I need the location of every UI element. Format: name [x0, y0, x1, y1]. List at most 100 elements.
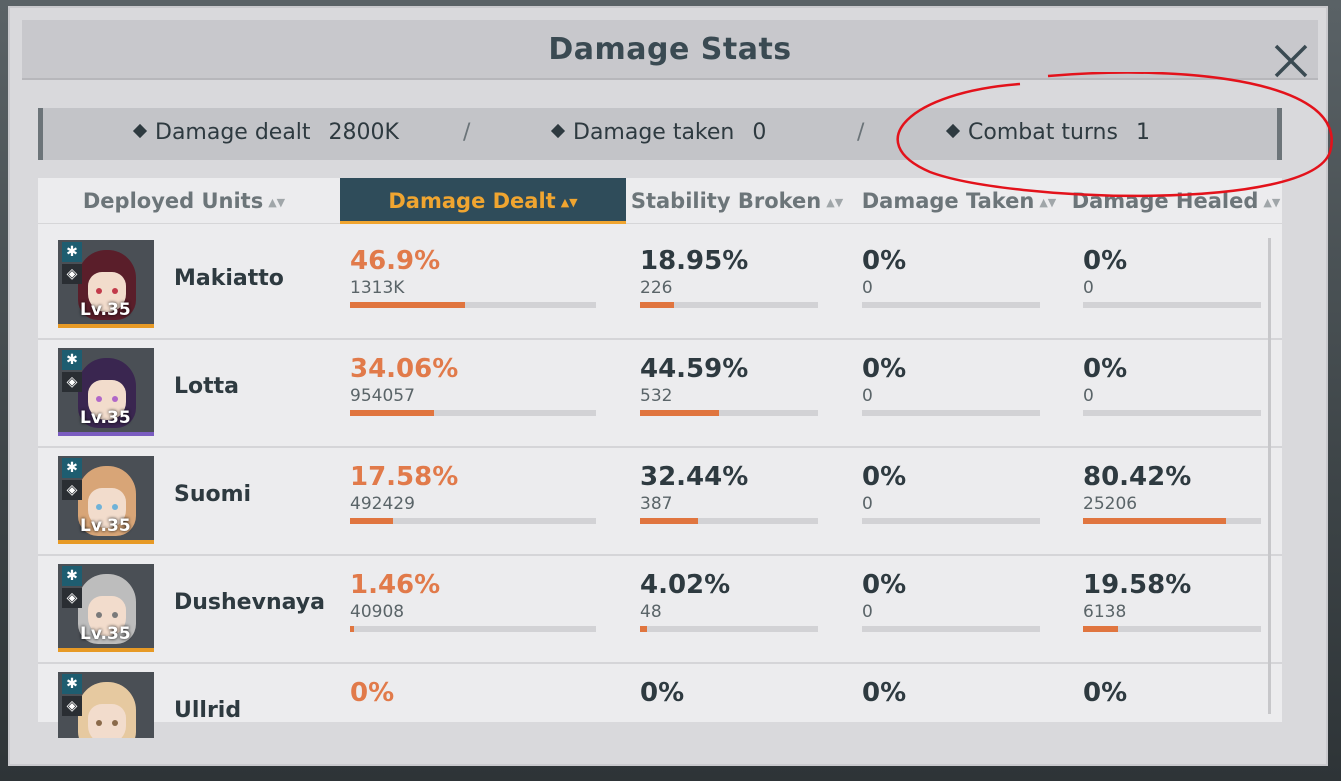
- raw-value: 0: [862, 494, 873, 514]
- percent-value: 17.58%: [350, 462, 459, 492]
- eye: [112, 396, 118, 402]
- progress-track: [640, 410, 818, 416]
- percent-value: 32.44%: [640, 462, 749, 492]
- percent-value: 0%: [862, 570, 907, 600]
- diamond-icon: [132, 123, 148, 139]
- diamond-icon: [550, 123, 566, 139]
- raw-value: 532: [640, 386, 673, 406]
- progress-fill: [640, 410, 720, 416]
- col-deployed-units[interactable]: Deployed Units ▲▼: [38, 178, 330, 224]
- percent-value: 0%: [1083, 246, 1128, 276]
- raw-value: 0: [862, 386, 873, 406]
- col-damage-dealt[interactable]: Damage Dealt ▲▼: [340, 178, 626, 224]
- class-icon: ◈: [62, 372, 82, 392]
- cell-healed: 0%: [1083, 678, 1127, 710]
- separator: /: [857, 120, 865, 145]
- cell-taken: 0% 0: [862, 354, 906, 406]
- unit-level: Lv.35: [80, 408, 131, 428]
- cell-healed: 0% 0: [1083, 354, 1127, 406]
- progress-fill: [1083, 518, 1227, 524]
- scrollbar[interactable]: [1268, 238, 1271, 714]
- unit-avatar[interactable]: ✱ ◈: [58, 672, 154, 738]
- col-damage-healed[interactable]: Damage Healed ▲▼: [1070, 178, 1282, 224]
- progress-fill: [640, 518, 698, 524]
- summary-bar: Damage dealt 2800K / Damage taken 0 / Comb…: [38, 108, 1282, 160]
- eye: [96, 396, 102, 402]
- table-row: ✱ ◈ Lv.35 Suomi 17.58% 492429 32.44% 387…: [38, 448, 1282, 556]
- eye: [112, 720, 118, 726]
- progress-track: [1083, 626, 1261, 632]
- progress-track: [350, 626, 596, 632]
- element-icon: ✱: [62, 674, 82, 694]
- unit-level: Lv.35: [80, 516, 131, 536]
- summary-value: 2800K: [328, 120, 399, 145]
- percent-value: 19.58%: [1083, 570, 1192, 600]
- percent-value: 34.06%: [350, 354, 459, 384]
- sort-icon: ▲▼: [1263, 196, 1281, 209]
- unit-name: Lotta: [174, 374, 240, 399]
- cell-dealt: 46.9% 1313K: [350, 246, 440, 298]
- separator: /: [463, 120, 471, 145]
- raw-value: 25206: [1083, 494, 1138, 514]
- percent-value: 1.46%: [350, 570, 441, 600]
- table-row: ✱ ◈ Lv.35 Makiatto 46.9% 1313K 18.95% 22…: [38, 232, 1282, 340]
- progress-track: [1083, 518, 1261, 524]
- summary-value: 0: [752, 120, 767, 145]
- close-icon: [1274, 44, 1308, 78]
- percent-value: 0%: [862, 678, 907, 708]
- table-row: ✱ ◈ Lv.35 Lotta 34.06% 954057 44.59% 532…: [38, 340, 1282, 448]
- progress-fill: [350, 410, 434, 416]
- progress-track: [640, 626, 818, 632]
- column-label: Damage Taken: [861, 189, 1035, 213]
- rarity-bar: [58, 648, 154, 652]
- summary-value: 1: [1135, 120, 1150, 145]
- raw-value: 954057: [350, 386, 415, 406]
- percent-value: 44.59%: [640, 354, 749, 384]
- percent-value: 0%: [640, 678, 685, 708]
- eye: [112, 612, 118, 618]
- class-icon: ◈: [62, 480, 82, 500]
- unit-level: Lv.35: [80, 624, 131, 644]
- unit-name: Makiatto: [174, 266, 284, 291]
- percent-value: 46.9%: [350, 246, 441, 276]
- progress-track: [862, 518, 1040, 524]
- raw-value: 0: [1083, 278, 1094, 298]
- eye: [96, 720, 102, 726]
- raw-value: 0: [1083, 386, 1094, 406]
- unit-avatar[interactable]: ✱ ◈ Lv.35: [58, 456, 154, 544]
- dialog-title: Damage Stats: [548, 32, 792, 67]
- unit-avatar[interactable]: ✱ ◈ Lv.35: [58, 240, 154, 328]
- class-icon: ◈: [62, 264, 82, 284]
- progress-track: [1083, 302, 1261, 308]
- progress-track: [350, 518, 596, 524]
- cell-taken: 0%: [862, 678, 906, 710]
- summary-damage-taken: Damage taken 0: [550, 120, 767, 145]
- unit-avatar[interactable]: ✱ ◈ Lv.35: [58, 348, 154, 436]
- percent-value: 0%: [862, 246, 907, 276]
- unit-avatar[interactable]: ✱ ◈ Lv.35: [58, 564, 154, 652]
- rarity-bar: [58, 324, 154, 328]
- progress-fill: [640, 626, 648, 632]
- raw-value: 226: [640, 278, 673, 298]
- raw-value: 48: [640, 602, 662, 622]
- sort-icon: ▲▼: [268, 196, 286, 209]
- close-button[interactable]: [1268, 38, 1314, 84]
- cell-dealt: 17.58% 492429: [350, 462, 458, 514]
- table-row: ✱ ◈ Lv.35 Dushevnaya 1.46% 40908 4.02% 4…: [38, 556, 1282, 664]
- progress-fill: [350, 626, 354, 632]
- col-damage-taken[interactable]: Damage Taken ▲▼: [848, 178, 1070, 224]
- column-label: Stability Broken: [630, 189, 822, 213]
- cell-stability: 4.02% 48: [640, 570, 730, 622]
- diamond-icon: [945, 123, 961, 139]
- cell-taken: 0% 0: [862, 246, 906, 298]
- summary-label: Damage dealt: [155, 120, 311, 145]
- percent-value: 0%: [350, 678, 395, 708]
- raw-value: 387: [640, 494, 673, 514]
- element-icon: ✱: [62, 566, 82, 586]
- summary-label: Damage taken: [573, 120, 735, 145]
- col-stability-broken[interactable]: Stability Broken ▲▼: [626, 178, 848, 224]
- face: [88, 704, 126, 738]
- cell-stability: 18.95% 226: [640, 246, 748, 298]
- raw-value: 0: [862, 602, 873, 622]
- cell-healed: 19.58% 6138: [1083, 570, 1191, 622]
